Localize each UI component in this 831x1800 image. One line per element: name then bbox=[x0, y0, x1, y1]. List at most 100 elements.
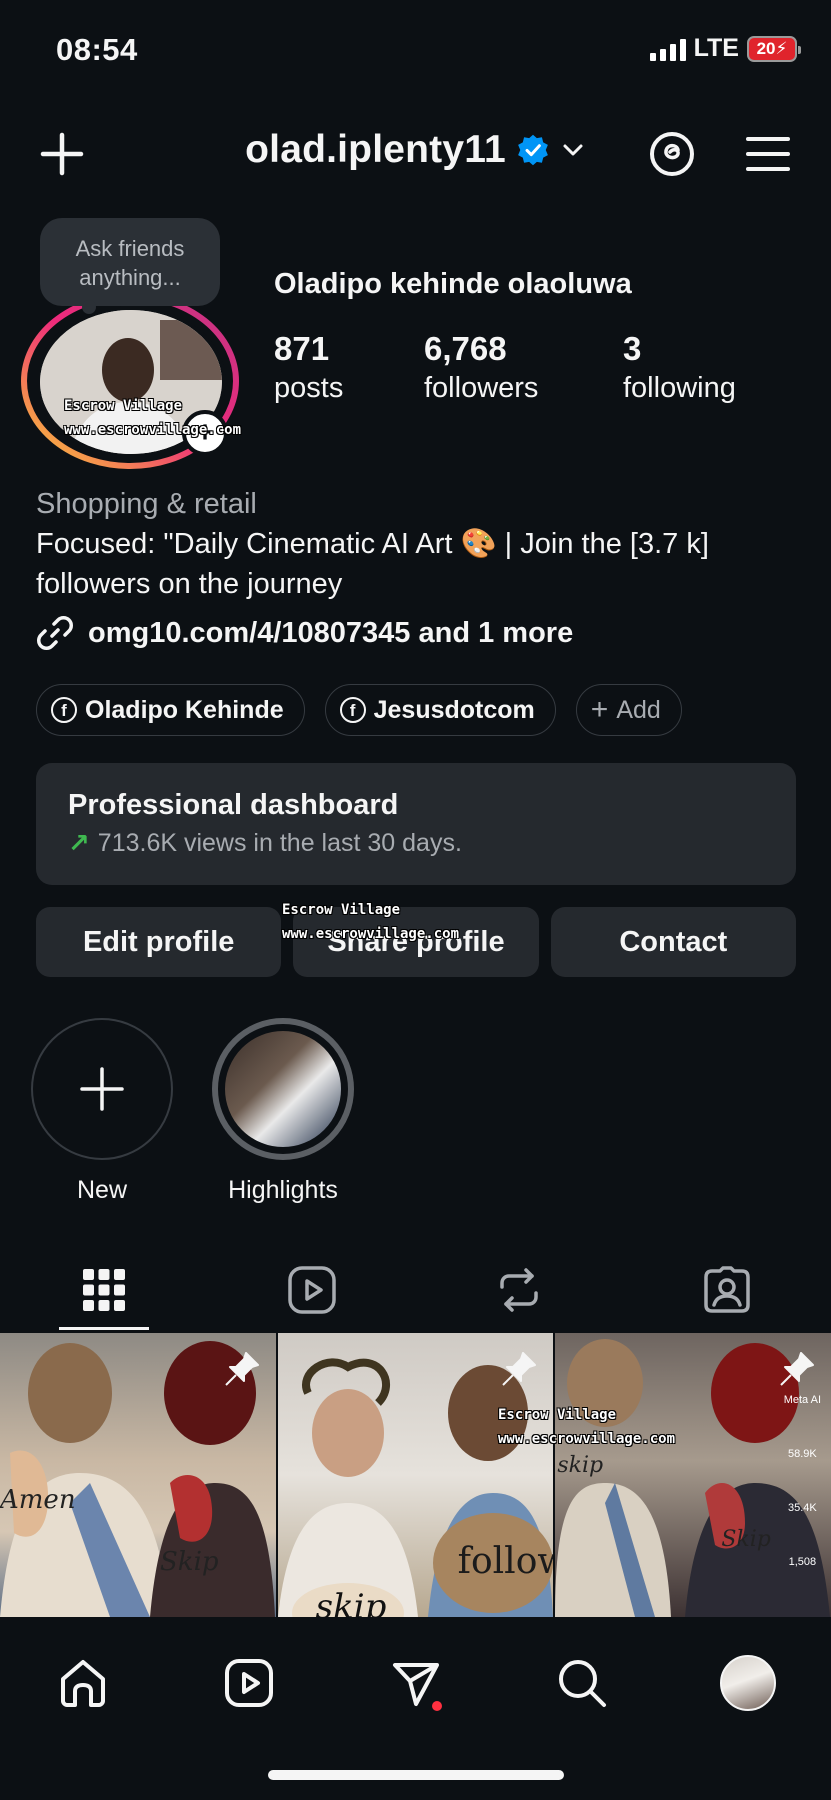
followers-count: 6,768 bbox=[424, 330, 507, 367]
battery-level: 20 bbox=[756, 38, 776, 58]
pin-icon bbox=[502, 1352, 537, 1386]
watermark-line-2: www.escrowvillage.com bbox=[64, 422, 242, 438]
watermark-line-2: www.escrowvillage.com bbox=[282, 926, 460, 942]
watermark-line-1: Escrow Village bbox=[498, 1407, 617, 1423]
post-overlay-text: skip bbox=[315, 1587, 387, 1617]
note-tail bbox=[82, 300, 96, 314]
bio: Focused: "Daily Cinematic AI Art 🎨 | Joi… bbox=[36, 528, 709, 600]
linked-accounts: f Oladipo Kehinde f Jesusdotcom + Add bbox=[36, 684, 682, 736]
reel-likes: 58.9K bbox=[787, 1448, 817, 1460]
professional-dashboard[interactable]: Professional dashboard ↗ 713.6K views in… bbox=[36, 763, 796, 885]
chevron-down-icon bbox=[563, 144, 583, 156]
dashboard-title: Professional dashboard bbox=[68, 789, 399, 821]
battery-icon: 20 ⚡ bbox=[747, 35, 801, 62]
add-link-button[interactable]: + Add bbox=[575, 684, 682, 736]
nav-messages[interactable] bbox=[332, 1649, 498, 1717]
followers-stat[interactable]: 6,768 followers bbox=[424, 330, 538, 405]
dashboard-views: 713.6K views in the last 30 days. bbox=[97, 829, 462, 857]
notification-dot bbox=[432, 1701, 443, 1711]
tab-tagged[interactable] bbox=[623, 1250, 831, 1330]
reel-comments: 35.4K bbox=[787, 1502, 817, 1514]
following-count: 3 bbox=[623, 330, 642, 367]
reel-stats: Meta AI 58.9K 35.4K 1,508 bbox=[784, 1393, 821, 1569]
following-label: following bbox=[623, 372, 736, 404]
trend-up-icon: ↗ bbox=[68, 828, 90, 858]
search-icon bbox=[558, 1660, 606, 1707]
posts-label: posts bbox=[274, 372, 344, 404]
post-overlay-text: skip bbox=[557, 1453, 604, 1478]
highlight-label: New bbox=[76, 1176, 127, 1204]
watermark-line-1: Escrow Village bbox=[64, 398, 183, 414]
tab-reposts[interactable] bbox=[416, 1250, 624, 1330]
facebook-link-label: Oladipo Kehinde bbox=[85, 695, 284, 724]
home-icon bbox=[61, 1660, 106, 1707]
posts-stat[interactable]: 871 posts bbox=[274, 330, 343, 405]
post-overlay-text: Skip bbox=[160, 1547, 219, 1577]
facebook-link-label: Jesusdotcom bbox=[373, 695, 535, 724]
watermark: Escrow Village www.escrowvillage.com bbox=[282, 898, 459, 946]
note-bubble[interactable]: Ask friends anything... bbox=[40, 218, 220, 306]
reels-icon bbox=[225, 1659, 274, 1707]
network-type: LTE bbox=[693, 34, 739, 62]
nav-reels[interactable] bbox=[166, 1649, 332, 1717]
post-overlay-text: follow bbox=[457, 1541, 554, 1582]
facebook-link-jesusdotcom[interactable]: f Jesusdotcom bbox=[324, 684, 556, 736]
highlight-label: Highlights bbox=[228, 1176, 338, 1204]
menu-icon[interactable] bbox=[742, 128, 794, 180]
status-time: 08:54 bbox=[56, 32, 138, 67]
dashboard-subtitle: ↗ 713.6K views in the last 30 days. bbox=[68, 828, 764, 859]
nav-search[interactable] bbox=[499, 1649, 665, 1717]
facebook-icon: f bbox=[339, 697, 366, 723]
followers-label: followers bbox=[424, 372, 539, 404]
watermark: Escrow Village www.escrowvillage.com bbox=[498, 1403, 675, 1451]
username: olad.iplenty11 bbox=[245, 128, 506, 171]
tab-reels[interactable] bbox=[208, 1250, 416, 1330]
nav-profile[interactable] bbox=[665, 1649, 831, 1717]
full-name: Oladipo kehinde olaoluwa bbox=[274, 268, 632, 300]
posts-grid: Amen Skip follow skip skip Skip Meta AI … bbox=[0, 1333, 831, 1617]
watermark: Escrow Village www.escrowvillage.com bbox=[64, 394, 241, 442]
highlight-item[interactable]: Highlights bbox=[212, 1018, 354, 1205]
pin-icon bbox=[224, 1352, 259, 1386]
profile-tabs bbox=[0, 1250, 831, 1330]
verified-badge-icon bbox=[517, 134, 548, 166]
post-tile[interactable]: Amen Skip bbox=[0, 1333, 276, 1617]
add-link-label: Add bbox=[616, 695, 661, 724]
category: Shopping & retail bbox=[36, 488, 257, 520]
following-stat[interactable]: 3 following bbox=[623, 330, 736, 405]
edit-profile-button[interactable]: Edit profile bbox=[36, 907, 282, 977]
highlight-circle bbox=[212, 1018, 354, 1160]
signal-icon bbox=[649, 37, 686, 61]
post-tile[interactable]: skip Skip Meta AI 58.9K 35.4K 1,508 bbox=[555, 1333, 831, 1617]
plus-icon: + bbox=[590, 693, 609, 726]
post-tile[interactable]: follow skip bbox=[277, 1333, 554, 1617]
reel-shares: 1,508 bbox=[788, 1556, 817, 1568]
pin-icon bbox=[780, 1352, 815, 1386]
reels-icon bbox=[287, 1266, 336, 1314]
contact-button[interactable]: Contact bbox=[550, 907, 796, 977]
grid-icon bbox=[82, 1269, 125, 1311]
repost-icon bbox=[500, 1268, 539, 1312]
facebook-icon: f bbox=[51, 697, 77, 723]
tagged-icon bbox=[704, 1266, 750, 1313]
home-indicator[interactable] bbox=[268, 1770, 564, 1780]
watermark-line-2: www.escrowvillage.com bbox=[498, 1431, 676, 1447]
tab-posts-grid[interactable] bbox=[0, 1250, 208, 1330]
post-overlay-text: Amen bbox=[0, 1485, 76, 1515]
nav-home[interactable] bbox=[0, 1649, 166, 1717]
threads-icon[interactable] bbox=[644, 126, 700, 182]
link-icon bbox=[37, 616, 73, 650]
status-indicators: LTE 20 ⚡ bbox=[649, 34, 801, 63]
highlight-thumbnail bbox=[221, 1027, 345, 1151]
post-overlay-text: Skip bbox=[721, 1527, 771, 1552]
account-switcher[interactable]: olad.iplenty11 bbox=[0, 128, 831, 172]
facebook-link-oladipo[interactable]: f Oladipo Kehinde bbox=[36, 684, 305, 736]
new-highlight[interactable]: New bbox=[31, 1018, 173, 1205]
profile-avatar bbox=[719, 1655, 776, 1711]
note-text: Ask friends anything... bbox=[75, 236, 185, 290]
bio-link[interactable]: omg10.com/4/10807345 and 1 more bbox=[36, 614, 573, 652]
meta-ai-label: Meta AI bbox=[783, 1394, 822, 1406]
bio-link-text: omg10.com/4/10807345 and 1 more bbox=[88, 616, 574, 649]
watermark-line-1: Escrow Village bbox=[282, 902, 401, 918]
new-highlight-circle bbox=[31, 1018, 173, 1160]
